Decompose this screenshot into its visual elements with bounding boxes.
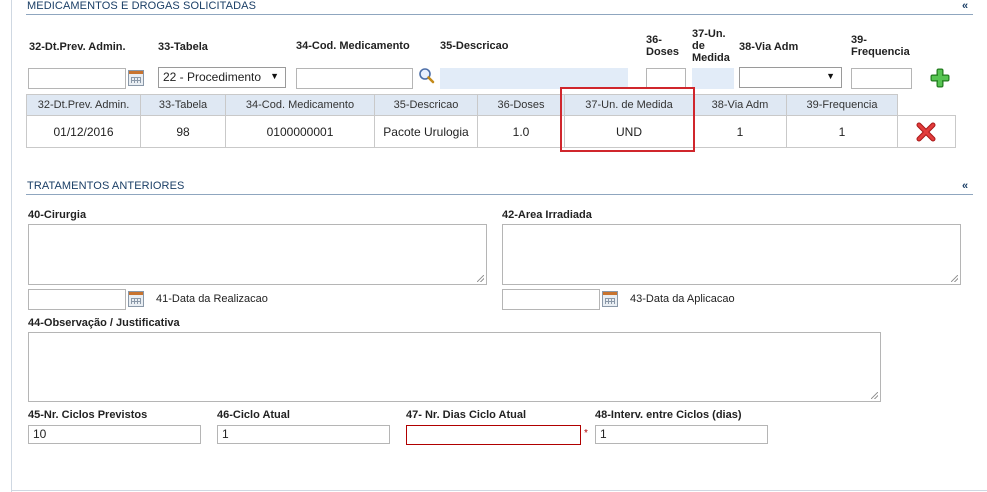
label-un-medida: 37-Un. de Medida	[692, 28, 730, 64]
label-descricao: 35-Descricao	[440, 40, 509, 52]
collapse-medicamentos-button[interactable]: «	[962, 0, 968, 12]
column-header: 36-Doses	[477, 94, 565, 116]
label-freq-line2: Frequencia	[851, 46, 910, 58]
highlight-un-medida-column	[560, 87, 695, 152]
label-tabela: 33-Tabela	[158, 41, 208, 53]
dias-ciclo-input[interactable]	[406, 425, 581, 445]
column-header: 35-Descricao	[374, 94, 478, 116]
label-data-aplicacao: 43-Data da Aplicacao	[630, 293, 735, 305]
un-medida-field	[692, 68, 734, 89]
section-title-tratamentos: TRATAMENTOS ANTERIORES	[27, 180, 185, 192]
doses-input[interactable]	[646, 68, 686, 89]
label-frequencia: 39- Frequencia	[851, 34, 910, 58]
label-un-line3: Medida	[692, 52, 730, 64]
search-icon[interactable]	[418, 67, 436, 85]
data-aplicacao-input[interactable]	[502, 289, 600, 310]
cell-actions	[897, 115, 956, 148]
label-un-line2: de	[692, 40, 705, 52]
cell-frequencia: 1	[786, 115, 898, 148]
panel-border-left	[11, 0, 12, 492]
collapse-tratamentos-button[interactable]: «	[962, 180, 968, 192]
section-divider	[26, 14, 973, 15]
label-doses-line2: Doses	[646, 46, 680, 58]
label-data-realizacao: 41-Data da Realizacao	[156, 293, 268, 305]
dt-prev-input[interactable]	[28, 68, 126, 89]
resize-handle[interactable]	[951, 275, 958, 282]
tabela-select[interactable]: 22 - Procedimento ▼	[158, 67, 286, 88]
table-header-row: 32-Dt.Prev. Admin. 33-Tabela 34-Cod. Med…	[26, 94, 955, 116]
tabela-selected-value: 22 - Procedimento	[163, 70, 262, 84]
delete-icon[interactable]	[915, 121, 937, 143]
calendar-icon[interactable]	[128, 70, 144, 86]
label-dt-prev: 32-Dt.Prev. Admin.	[29, 41, 126, 53]
cirurgia-textarea[interactable]	[28, 224, 487, 285]
section-title-medicamentos: MEDICAMENTOS E DROGAS SOLICITADAS	[27, 0, 257, 12]
label-via-adm: 38-Via Adm	[739, 41, 799, 53]
column-header: 34-Cod. Medicamento	[225, 94, 375, 116]
area-irradiada-textarea[interactable]	[502, 224, 961, 285]
label-doses: 36- Doses	[646, 34, 679, 58]
data-realizacao-input[interactable]	[28, 289, 126, 310]
medicamentos-table: 32-Dt.Prev. Admin. 33-Tabela 34-Cod. Med…	[26, 94, 956, 148]
label-area-irradiada: 42-Area Irradiada	[502, 209, 592, 221]
calendar-icon[interactable]	[602, 291, 618, 307]
cell-via: 1	[693, 115, 787, 148]
chevron-down-icon: ▼	[270, 71, 279, 81]
ciclo-atual-input[interactable]: 1	[217, 425, 390, 444]
calendar-icon[interactable]	[128, 291, 144, 307]
required-marker: *	[584, 428, 588, 439]
ciclos-previstos-input[interactable]: 10	[28, 425, 201, 444]
descricao-field	[440, 68, 628, 89]
table-row: 01/12/2016 98 0100000001 Pacote Urulogia…	[26, 115, 956, 148]
label-observacao: 44-Observação / Justificativa	[28, 317, 180, 329]
via-adm-select[interactable]: ▼	[739, 67, 842, 88]
column-header: 32-Dt.Prev. Admin.	[26, 94, 141, 116]
cod-medicamento-input[interactable]	[296, 68, 413, 89]
cell-dt: 01/12/2016	[26, 115, 141, 148]
add-icon[interactable]	[929, 67, 951, 89]
observacao-textarea[interactable]	[28, 332, 881, 402]
label-interv-ciclos: 48-Interv. entre Ciclos (dias)	[595, 409, 742, 421]
label-ciclo-atual: 46-Ciclo Atual	[217, 409, 290, 421]
label-cod-medicamento: 34-Cod. Medicamento	[296, 40, 410, 52]
frequencia-input[interactable]	[851, 68, 912, 89]
column-header-actions	[897, 94, 955, 116]
label-doses-line1: 36-	[646, 34, 662, 46]
cell-descricao: Pacote Urulogia	[374, 115, 478, 148]
resize-handle[interactable]	[871, 392, 878, 399]
cell-tabela: 98	[140, 115, 226, 148]
label-freq-line1: 39-	[851, 34, 867, 46]
label-un-line1: 37-Un.	[692, 28, 726, 40]
chevron-down-icon: ▼	[826, 71, 835, 81]
cell-cod: 0100000001	[225, 115, 375, 148]
label-cirurgia: 40-Cirurgia	[28, 209, 87, 221]
interv-ciclos-input[interactable]: 1	[595, 425, 768, 444]
column-header: 38-Via Adm	[693, 94, 787, 116]
panel-border-bottom	[11, 490, 987, 491]
section-divider	[26, 194, 973, 195]
column-header: 33-Tabela	[140, 94, 226, 116]
cell-doses: 1.0	[477, 115, 565, 148]
column-header: 39-Frequencia	[786, 94, 898, 116]
resize-handle[interactable]	[477, 275, 484, 282]
label-ciclos-previstos: 45-Nr. Ciclos Previstos	[28, 409, 148, 421]
label-dias-ciclo: 47- Nr. Dias Ciclo Atual	[406, 409, 527, 421]
